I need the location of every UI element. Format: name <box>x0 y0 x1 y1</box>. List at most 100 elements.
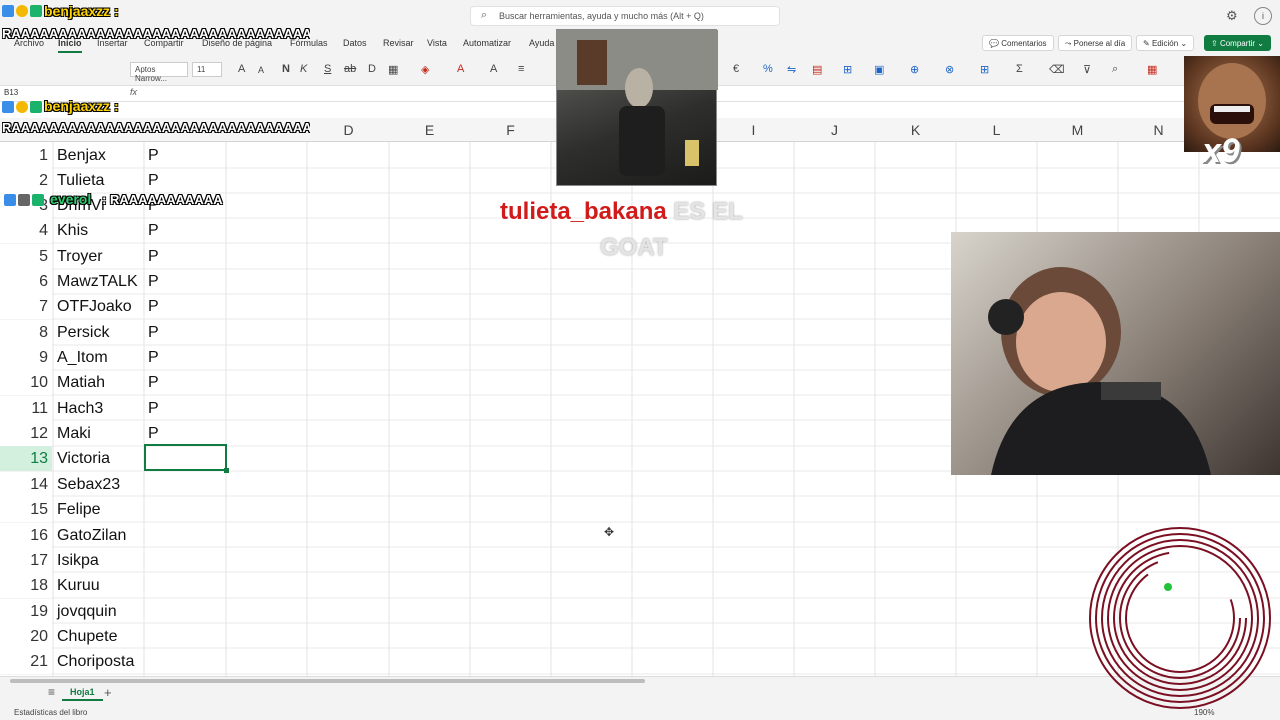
cell-styles-icon[interactable]: ▣ <box>874 63 884 76</box>
workbook-statistics[interactable]: Estadísticas del libro <box>14 708 87 717</box>
subscript-icon[interactable]: D <box>368 63 376 75</box>
cell-name[interactable]: A_Itom <box>57 345 108 370</box>
settings-icon[interactable]: ⚙ <box>1226 8 1238 24</box>
tab-automatizar[interactable]: Automatizar <box>463 38 511 48</box>
row-number[interactable]: 8 <box>0 320 52 345</box>
row-number[interactable]: 6 <box>0 269 52 294</box>
add-sheet-icon[interactable]: + <box>104 685 112 700</box>
format-table-icon[interactable]: ⊞ <box>843 63 852 76</box>
row-number[interactable]: 11 <box>0 396 52 421</box>
currency-format-icon[interactable]: € <box>733 63 739 75</box>
cell-name[interactable]: MawzTALK <box>57 269 138 294</box>
align-icon[interactable]: ≡ <box>518 63 524 75</box>
cell-name[interactable]: GatoZilan <box>57 523 126 548</box>
row-number[interactable]: 7 <box>0 294 52 319</box>
column-header-i[interactable]: I <box>713 122 794 138</box>
row-number[interactable]: 15 <box>0 497 52 522</box>
cell-name[interactable]: Hach3 <box>57 396 103 421</box>
row-number[interactable]: 5 <box>0 244 52 269</box>
search-icon: ⌕ <box>481 9 488 21</box>
cell-status[interactable]: P <box>148 345 159 370</box>
cell-name[interactable]: Sebax23 <box>57 472 120 497</box>
tab-revisar[interactable]: Revisar <box>383 38 414 48</box>
row-number[interactable]: 21 <box>0 649 52 674</box>
cell-name[interactable]: Isikpa <box>57 548 99 573</box>
share-button[interactable]: ⇪ Compartir ⌄ <box>1204 35 1271 51</box>
tab-ayuda[interactable]: Ayuda <box>529 38 554 48</box>
column-header-k[interactable]: K <box>875 122 956 138</box>
cell-name[interactable]: Maki <box>57 421 91 446</box>
font-color-icon[interactable]: A <box>457 63 464 75</box>
row-number-selected[interactable]: 13 <box>0 446 52 471</box>
cell-name[interactable]: Khis <box>57 218 88 243</box>
column-header-l[interactable]: L <box>956 122 1037 138</box>
row-number[interactable]: 9 <box>0 345 52 370</box>
cell-status[interactable]: P <box>148 244 159 269</box>
catchup-button[interactable]: ⤳ Ponerse al día <box>1058 35 1133 51</box>
column-header-d[interactable]: D <box>308 122 389 138</box>
column-header-m[interactable]: M <box>1037 122 1118 138</box>
active-cell-b13[interactable] <box>144 444 229 473</box>
sheet-tab-hoja1[interactable]: Hoja1 <box>62 687 103 701</box>
fill-color-icon[interactable]: ◈ <box>421 63 429 76</box>
row-number[interactable]: 10 <box>0 370 52 395</box>
cell-status[interactable]: P <box>148 320 159 345</box>
decimal-icon[interactable]: ⇋ <box>787 63 796 76</box>
percent-format-icon[interactable]: % <box>763 63 773 75</box>
underline-icon[interactable]: S <box>324 63 331 75</box>
find-icon[interactable]: ⌕ <box>1112 63 1118 76</box>
row-number[interactable]: 4 <box>0 218 52 243</box>
text-effects-icon[interactable]: A <box>490 63 497 75</box>
cell-status[interactable]: P <box>148 370 159 395</box>
row-number[interactable]: 17 <box>0 548 52 573</box>
cell-name[interactable]: Victoria <box>57 446 110 471</box>
account-icon[interactable]: i <box>1254 7 1272 25</box>
row-number[interactable]: 20 <box>0 624 52 649</box>
cell-name[interactable]: Chupete <box>57 624 118 649</box>
cell-name[interactable]: Matiah <box>57 370 105 395</box>
delete-cells-icon[interactable]: ⊗ <box>945 63 954 76</box>
cell-name[interactable]: Felipe <box>57 497 101 522</box>
table-row: 15 Felipe <box>0 497 1280 522</box>
borders-icon[interactable]: ▦ <box>388 63 398 76</box>
format-cells-icon[interactable]: ⊞ <box>980 63 989 76</box>
catchup-label: Ponerse al día <box>1073 39 1126 48</box>
chat-message: : RAAAAAAAAAAA <box>102 192 223 207</box>
column-header-e[interactable]: E <box>389 122 470 138</box>
row-number[interactable]: 18 <box>0 573 52 598</box>
cell-status[interactable]: P <box>148 294 159 319</box>
cell-name[interactable]: jovqquin <box>57 599 117 624</box>
editing-mode-button[interactable]: ✎ Edición ⌄ <box>1136 35 1195 51</box>
cell-name[interactable]: OTFJoako <box>57 294 132 319</box>
search-box[interactable]: ⌕ Buscar herramientas, ayuda y mucho más… <box>470 6 780 26</box>
insert-cells-icon[interactable]: ⊕ <box>910 63 919 76</box>
sort-filter-icon[interactable]: ⊽ <box>1083 63 1091 76</box>
horizontal-scrollbar[interactable] <box>10 679 645 683</box>
tab-datos[interactable]: Datos <box>343 38 367 48</box>
badge-icon <box>16 5 28 17</box>
clear-icon[interactable]: ⌫ <box>1049 63 1065 76</box>
comments-button[interactable]: 💬 Comentarios <box>982 35 1054 51</box>
autosum-icon[interactable]: Σ <box>1016 63 1023 75</box>
addins-icon[interactable]: ▦ <box>1147 63 1157 76</box>
row-number[interactable]: 12 <box>0 421 52 446</box>
cell-name[interactable]: Troyer <box>57 244 103 269</box>
all-sheets-icon[interactable]: ≡ <box>48 685 55 699</box>
cell-status[interactable]: P <box>148 269 159 294</box>
row-number[interactable]: 19 <box>0 599 52 624</box>
tab-vista[interactable]: Vista <box>427 38 447 48</box>
cell-name[interactable]: Kuruu <box>57 573 100 598</box>
chat-username: benjaaxzz : <box>44 98 119 114</box>
cell-status[interactable]: P <box>148 396 159 421</box>
cell-name[interactable]: Persick <box>57 320 109 345</box>
cell-status[interactable]: P <box>148 421 159 446</box>
cell-name[interactable]: Choriposta <box>57 649 134 674</box>
column-header-j[interactable]: J <box>794 122 875 138</box>
row-number[interactable]: 16 <box>0 523 52 548</box>
share-label: Compartir <box>1219 39 1256 48</box>
column-header-f[interactable]: F <box>470 122 551 138</box>
row-number[interactable]: 14 <box>0 472 52 497</box>
strikethrough-icon[interactable]: ab <box>344 63 356 75</box>
conditional-format-icon[interactable]: ▤ <box>812 63 822 76</box>
cell-status[interactable]: P <box>148 218 159 243</box>
